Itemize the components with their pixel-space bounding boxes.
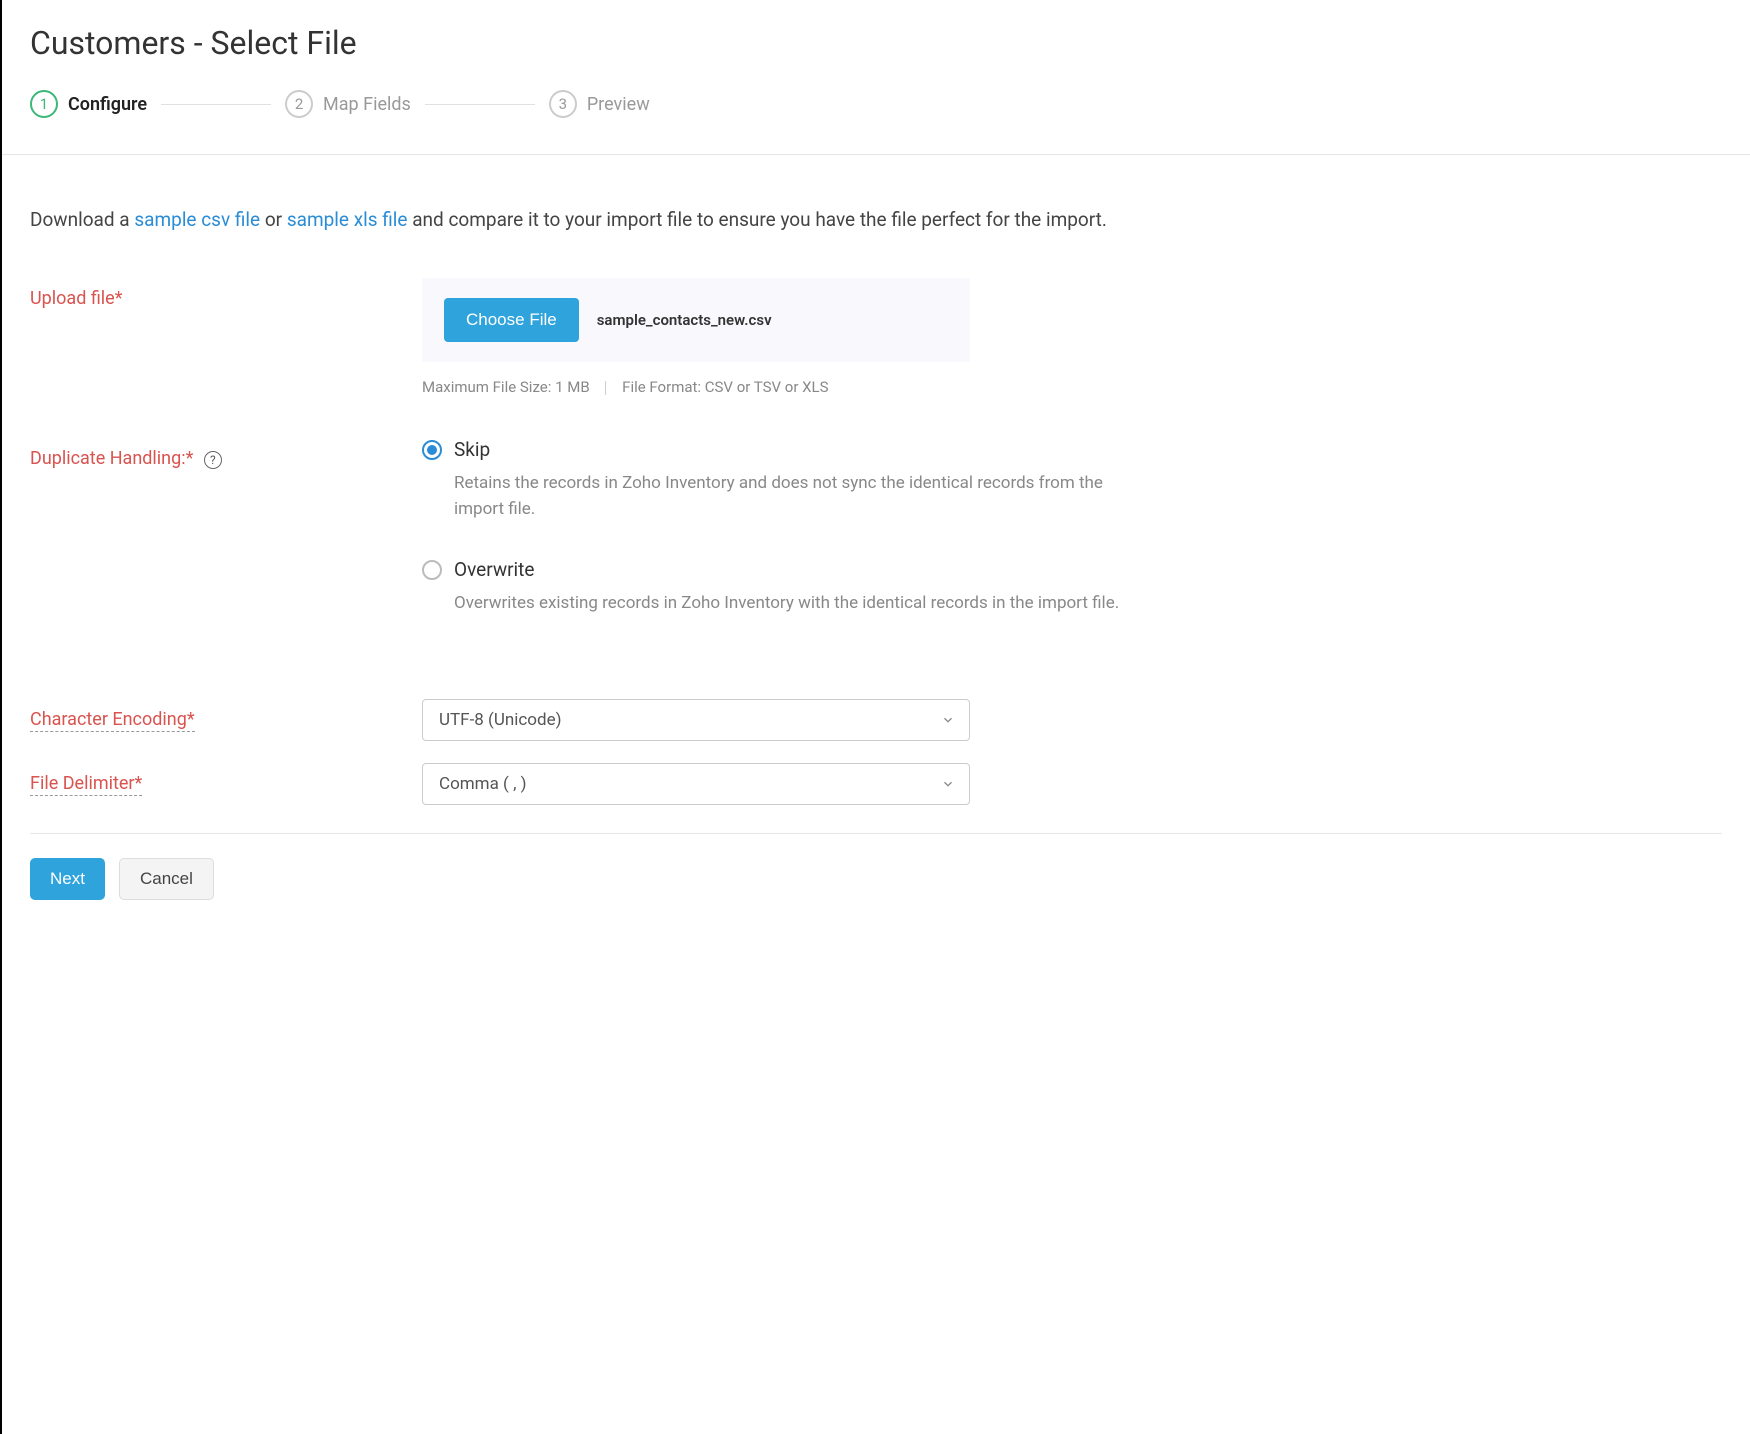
encoding-select[interactable]: UTF-8 (Unicode) bbox=[422, 699, 970, 741]
encoding-row: Character Encoding* UTF-8 (Unicode) bbox=[30, 699, 1722, 741]
instruction-post: and compare it to your import file to en… bbox=[408, 208, 1107, 231]
sample-csv-link[interactable]: sample csv file bbox=[134, 208, 260, 231]
step-preview: 3 Preview bbox=[549, 90, 650, 118]
step-configure[interactable]: 1 Configure bbox=[30, 90, 147, 118]
upload-row: Upload file* Choose File sample_contacts… bbox=[30, 278, 1722, 396]
step-map-fields: 2 Map Fields bbox=[285, 90, 411, 118]
radio-skip-desc: Retains the records in Zoho Inventory an… bbox=[454, 471, 1142, 522]
stepper: 1 Configure 2 Map Fields 3 Preview bbox=[30, 90, 1722, 118]
encoding-label: Character Encoding* bbox=[30, 699, 422, 730]
delimiter-select[interactable]: Comma ( , ) bbox=[422, 763, 970, 805]
step-number-1: 1 bbox=[30, 90, 58, 118]
header-divider bbox=[2, 154, 1750, 155]
step-label-configure: Configure bbox=[68, 94, 147, 115]
cancel-button[interactable]: Cancel bbox=[119, 858, 214, 900]
radio-option-skip[interactable]: Skip Retains the records in Zoho Invento… bbox=[422, 438, 1142, 522]
step-label-preview: Preview bbox=[587, 94, 650, 115]
sample-xls-link[interactable]: sample xls file bbox=[287, 208, 408, 231]
page-title: Customers - Select File bbox=[30, 24, 1722, 62]
upload-dropzone[interactable]: Choose File sample_contacts_new.csv bbox=[422, 278, 970, 362]
step-number-2: 2 bbox=[285, 90, 313, 118]
step-connector bbox=[161, 104, 271, 105]
meta-separator bbox=[605, 381, 606, 395]
radio-overwrite-label: Overwrite bbox=[454, 558, 534, 581]
duplicate-handling-row: Duplicate Handling:* ? Skip Retains the … bbox=[30, 438, 1722, 617]
action-bar: Next Cancel bbox=[30, 858, 1722, 900]
footer-divider bbox=[30, 833, 1722, 834]
next-button[interactable]: Next bbox=[30, 858, 105, 900]
selected-filename: sample_contacts_new.csv bbox=[597, 311, 772, 329]
help-icon[interactable]: ? bbox=[204, 451, 222, 469]
file-format-text: File Format: CSV or TSV or XLS bbox=[622, 378, 828, 396]
upload-label: Upload file* bbox=[30, 278, 422, 309]
instruction-text: Download a sample csv file or sample xls… bbox=[30, 205, 1130, 234]
encoding-value: UTF-8 (Unicode) bbox=[439, 710, 562, 730]
upload-meta: Maximum File Size: 1 MB File Format: CSV… bbox=[422, 378, 970, 396]
radio-overwrite-desc: Overwrites existing records in Zoho Inve… bbox=[454, 591, 1142, 617]
delimiter-row: File Delimiter* Comma ( , ) bbox=[30, 763, 1722, 805]
duplicate-handling-label: Duplicate Handling:* ? bbox=[30, 438, 422, 469]
max-size-text: Maximum File Size: 1 MB bbox=[422, 378, 590, 396]
step-connector bbox=[425, 104, 535, 105]
choose-file-button[interactable]: Choose File bbox=[444, 298, 579, 342]
instruction-mid: or bbox=[260, 208, 287, 231]
chevron-down-icon bbox=[941, 713, 955, 727]
step-number-3: 3 bbox=[549, 90, 577, 118]
radio-skip-label: Skip bbox=[454, 438, 490, 461]
radio-skip[interactable] bbox=[422, 440, 442, 460]
chevron-down-icon bbox=[941, 777, 955, 791]
step-label-map-fields: Map Fields bbox=[323, 94, 411, 115]
duplicate-handling-label-text: Duplicate Handling:* bbox=[30, 448, 193, 469]
radio-overwrite[interactable] bbox=[422, 560, 442, 580]
instruction-pre: Download a bbox=[30, 208, 134, 231]
delimiter-value: Comma ( , ) bbox=[439, 774, 527, 794]
duplicate-radio-group: Skip Retains the records in Zoho Invento… bbox=[422, 438, 1142, 617]
radio-option-overwrite[interactable]: Overwrite Overwrites existing records in… bbox=[422, 558, 1142, 617]
delimiter-label: File Delimiter* bbox=[30, 763, 422, 794]
